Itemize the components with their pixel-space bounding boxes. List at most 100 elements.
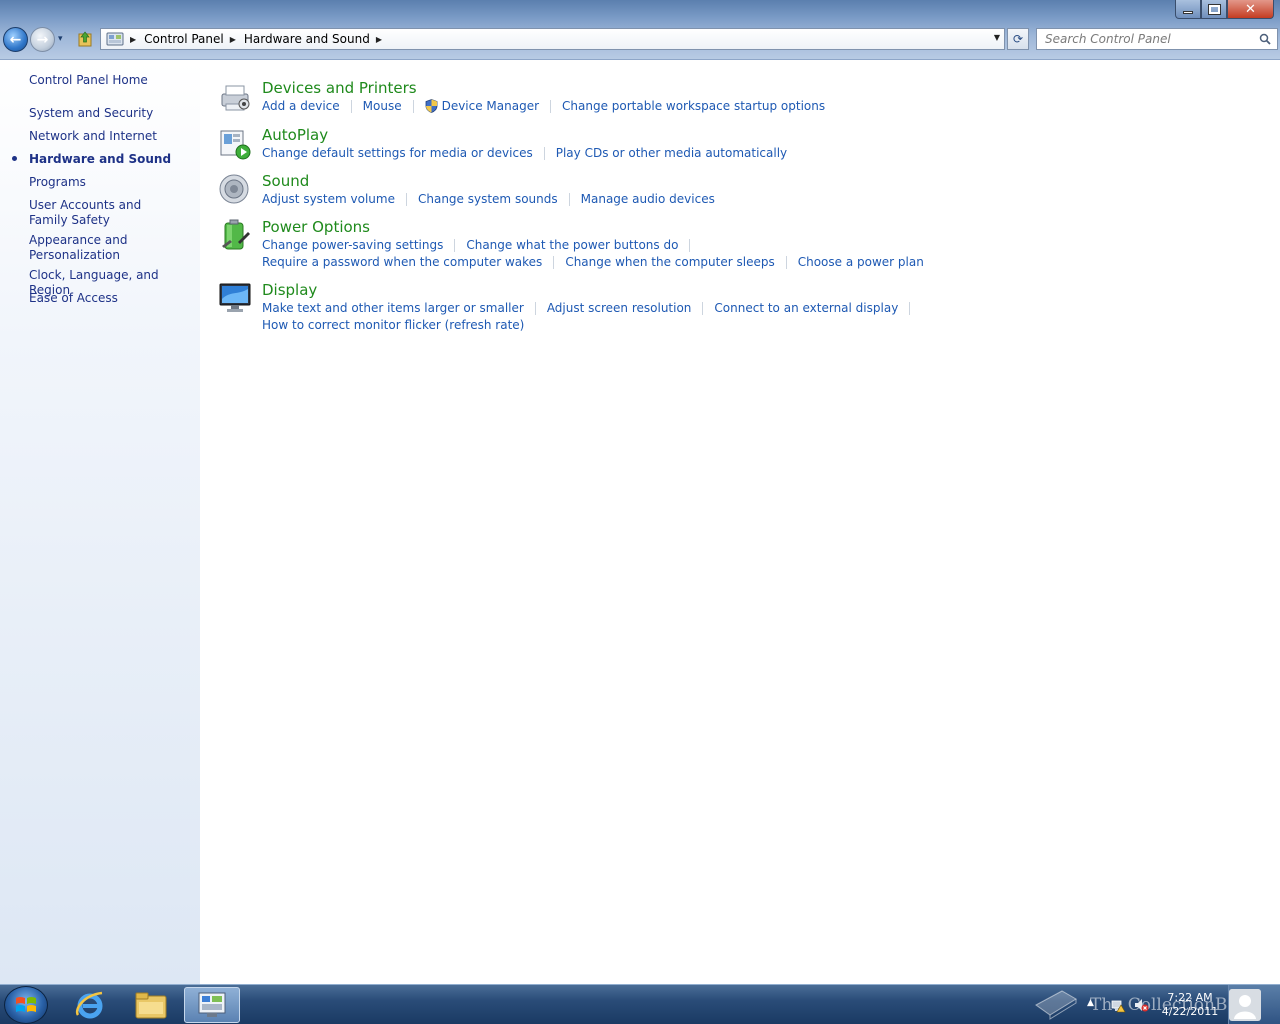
network-warning-icon[interactable] — [1110, 997, 1126, 1013]
up-folder-icon[interactable] — [78, 31, 92, 47]
task-link-change-sleep[interactable]: Change when the computer sleeps — [565, 255, 774, 269]
clock-date: 4/22/2011 — [1161, 1005, 1219, 1018]
internet-explorer-icon — [75, 991, 103, 1019]
watermark-logo-icon — [1035, 990, 1077, 1020]
link-separator — [702, 301, 704, 315]
task-link-mouse[interactable]: Mouse — [363, 99, 402, 113]
sidebar-item-appearance[interactable]: Appearance and Personalization — [29, 233, 139, 263]
maximize-button[interactable] — [1201, 0, 1227, 19]
link-separator — [350, 99, 352, 113]
taskbar-control-panel[interactable] — [184, 987, 240, 1023]
category-title-devices-and-printers[interactable]: Devices and Printers — [262, 79, 417, 97]
search-input[interactable] — [1045, 32, 1255, 46]
category-title-sound[interactable]: Sound — [262, 172, 309, 190]
window-titlebar: ✕ ← → ▾ ▶ Control Panel ▶ Hardware and S… — [0, 0, 1280, 60]
category-title-display[interactable]: Display — [262, 281, 317, 299]
current-section-bullet — [12, 156, 17, 161]
show-hidden-icons-button[interactable]: ▲ — [1087, 998, 1094, 1008]
sidebar-item-user-accounts[interactable]: User Accounts and Family Safety — [29, 198, 179, 228]
breadcrumb-hardware-and-sound[interactable]: Hardware and Sound — [244, 32, 370, 46]
task-link-screen-resolution[interactable]: Adjust screen resolution — [547, 301, 692, 315]
link-separator — [412, 99, 414, 113]
battery-icon[interactable] — [218, 218, 252, 252]
close-icon: ✕ — [1245, 1, 1256, 17]
taskbar-windows-explorer[interactable] — [123, 987, 179, 1023]
breadcrumb-arrow-icon[interactable]: ▶ — [230, 35, 236, 44]
link-separator — [553, 255, 555, 269]
uac-shield-icon — [425, 99, 437, 113]
link-separator — [405, 192, 407, 206]
sidebar-item-system-and-security[interactable]: System and Security — [29, 106, 194, 121]
control-panel-icon — [198, 992, 226, 1017]
task-row: How to correct monitor flicker (refresh … — [262, 318, 524, 332]
task-link-adjust-volume[interactable]: Adjust system volume — [262, 192, 395, 206]
sidebar-item-network-and-internet[interactable]: Network and Internet — [29, 129, 194, 144]
task-row: Add a device Mouse Device Manager Change… — [262, 99, 825, 113]
volume-muted-icon[interactable] — [1133, 997, 1149, 1013]
link-separator — [568, 192, 570, 206]
category-title-power-options[interactable]: Power Options — [262, 218, 370, 236]
task-link-play-cds-automatically[interactable]: Play CDs or other media automatically — [556, 146, 787, 160]
folder-icon — [135, 992, 167, 1019]
refresh-icon: ⟳ — [1012, 32, 1024, 46]
task-link-add-device[interactable]: Add a device — [262, 99, 340, 113]
address-bar[interactable]: ▶ Control Panel ▶ Hardware and Sound ▶ ▼ — [100, 28, 1005, 50]
task-link-change-system-sounds[interactable]: Change system sounds — [418, 192, 558, 206]
clock-time: 7:22 AM — [1167, 991, 1213, 1004]
search-box[interactable] — [1036, 28, 1278, 50]
link-separator — [689, 238, 691, 252]
taskbar-clock[interactable]: 7:22 AM 4/22/2011 — [1155, 991, 1225, 1019]
start-button[interactable] — [4, 986, 48, 1024]
task-row: Require a password when the computer wak… — [262, 255, 924, 269]
category-title-autoplay[interactable]: AutoPlay — [262, 126, 328, 144]
link-separator — [534, 301, 536, 315]
back-arrow-icon: ← — [9, 31, 22, 48]
windows-logo-icon — [16, 997, 36, 1012]
task-link-monitor-flicker[interactable]: How to correct monitor flicker (refresh … — [262, 318, 524, 332]
monitor-icon[interactable] — [218, 281, 252, 315]
minimize-icon — [1183, 10, 1193, 14]
link-separator — [543, 146, 545, 160]
task-link-external-display[interactable]: Connect to an external display — [714, 301, 898, 315]
breadcrumb-arrow-icon[interactable]: ▶ — [130, 35, 136, 44]
sidebar-item-hardware-and-sound[interactable]: Hardware and Sound — [29, 152, 194, 167]
task-row: Change default settings for media or dev… — [262, 146, 787, 160]
refresh-button[interactable]: ⟳ — [1007, 28, 1029, 50]
task-link-choose-power-plan[interactable]: Choose a power plan — [798, 255, 924, 269]
link-separator — [454, 238, 456, 252]
minimize-button[interactable] — [1175, 0, 1201, 19]
breadcrumb-control-panel[interactable]: Control Panel — [144, 32, 224, 46]
task-row: Make text and other items larger or smal… — [262, 301, 921, 315]
search-icon[interactable] — [1259, 33, 1271, 45]
left-navigation-pane: Control Panel Home System and Security N… — [0, 61, 200, 984]
close-button[interactable]: ✕ — [1227, 0, 1274, 19]
task-row: Change power-saving settings Change what… — [262, 238, 701, 252]
sidebar-item-programs[interactable]: Programs — [29, 175, 194, 190]
address-dropdown-icon[interactable]: ▼ — [994, 33, 1000, 42]
task-link-device-manager[interactable]: Device Manager — [442, 99, 539, 113]
printer-icon[interactable] — [218, 80, 252, 114]
task-link-require-password-on-wake[interactable]: Require a password when the computer wak… — [262, 255, 542, 269]
link-separator — [785, 255, 787, 269]
task-link-manage-audio-devices[interactable]: Manage audio devices — [581, 192, 715, 206]
task-link-power-saving-settings[interactable]: Change power-saving settings — [262, 238, 443, 252]
back-button[interactable]: ← — [3, 27, 28, 52]
forward-arrow-icon: → — [36, 31, 49, 48]
control-panel-home-link[interactable]: Control Panel Home — [29, 73, 194, 88]
task-link-power-buttons[interactable]: Change what the power buttons do — [466, 238, 678, 252]
link-separator — [909, 301, 911, 315]
sidebar-item-ease-of-access[interactable]: Ease of Access — [29, 291, 194, 306]
link-separator — [550, 99, 552, 113]
breadcrumb-arrow-icon[interactable]: ▶ — [376, 35, 382, 44]
recent-pages-dropdown[interactable]: ▾ — [58, 34, 63, 44]
forward-button[interactable]: → — [30, 27, 55, 52]
taskbar-internet-explorer[interactable] — [62, 987, 118, 1023]
task-link-text-size[interactable]: Make text and other items larger or smal… — [262, 301, 524, 315]
autoplay-icon[interactable] — [218, 127, 252, 161]
taskbar: The CollectionBook ▲ 7:22 AM 4/22/2011 — [0, 984, 1280, 1024]
task-link-portable-workspace[interactable]: Change portable workspace startup option… — [562, 99, 825, 113]
maximize-icon — [1207, 3, 1221, 15]
task-link-default-media-settings[interactable]: Change default settings for media or dev… — [262, 146, 533, 160]
speaker-icon[interactable] — [218, 172, 252, 206]
control-panel-icon — [106, 32, 124, 46]
